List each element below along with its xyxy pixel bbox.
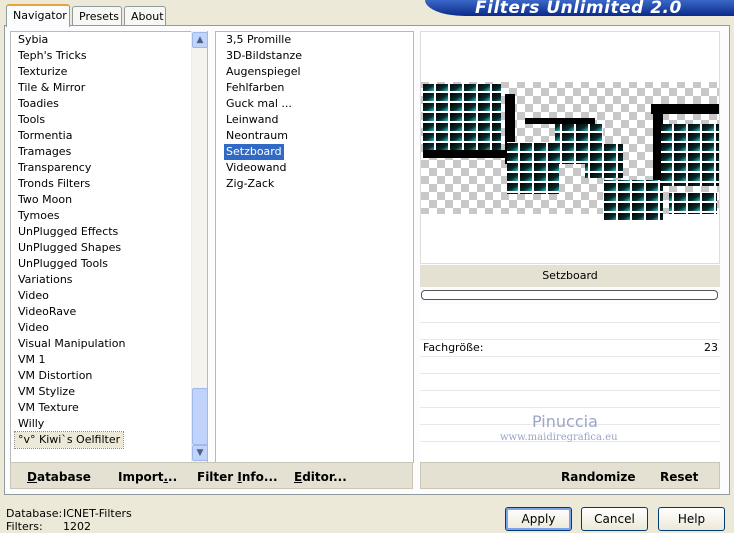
reset-button[interactable]: Reset: [660, 470, 698, 484]
apply-button[interactable]: Apply: [505, 507, 572, 531]
filter-item[interactable]: Guck mal ...: [226, 96, 292, 112]
category-item[interactable]: Video: [18, 320, 49, 336]
preview-filter-name: Setzboard: [420, 265, 720, 287]
category-item[interactable]: Tronds Filters: [18, 176, 90, 192]
category-item[interactable]: Tile & Mirror: [18, 80, 85, 96]
chevron-up-icon: ▲: [196, 35, 204, 45]
category-item[interactable]: Tormentia: [18, 128, 72, 144]
scroll-thumb[interactable]: [192, 388, 208, 445]
category-item[interactable]: Willy: [18, 416, 44, 432]
import-button[interactable]: Import...: [118, 470, 177, 484]
watermark-name: Pinuccia: [532, 412, 598, 431]
status-filters-value: 1202: [63, 520, 91, 533]
category-item[interactable]: UnPlugged Tools: [18, 256, 108, 272]
filter-item[interactable]: Fehlfarben: [226, 80, 284, 96]
category-item[interactable]: Teph's Tricks: [18, 48, 87, 64]
filter-item[interactable]: 3D-Bildstanze: [226, 48, 302, 64]
category-item[interactable]: Toadies: [18, 96, 59, 112]
category-item[interactable]: VideoRave: [18, 304, 76, 320]
category-item[interactable]: Two Moon: [18, 192, 72, 208]
filter-item[interactable]: Videowand: [226, 160, 287, 176]
category-item[interactable]: VM Distortion: [18, 368, 92, 384]
tab-navigator[interactable]: Navigator: [6, 4, 70, 27]
category-item[interactable]: Variations: [18, 272, 73, 288]
category-item[interactable]: VM Texture: [18, 400, 79, 416]
category-item[interactable]: Sybia: [18, 32, 48, 48]
category-item[interactable]: °v° Kiwi`s Oelfilter: [13, 431, 125, 449]
status-database-label: Database:: [6, 507, 63, 520]
category-item[interactable]: VM Stylize: [18, 384, 75, 400]
category-item[interactable]: Tymoes: [18, 208, 59, 224]
param-value[interactable]: 23: [704, 341, 718, 354]
scroll-down-button[interactable]: ▼: [192, 445, 208, 461]
filter-info-button[interactable]: Filter Info...: [197, 470, 278, 484]
filter-item[interactable]: Zig-Zack: [226, 176, 274, 192]
cancel-button[interactable]: Cancel: [581, 507, 648, 531]
category-item[interactable]: UnPlugged Effects: [18, 224, 118, 240]
database-button[interactable]: Database: [27, 470, 91, 484]
filter-item[interactable]: Setzboard: [224, 144, 284, 160]
category-item[interactable]: Tramages: [18, 144, 71, 160]
category-item[interactable]: VM 1: [18, 352, 46, 368]
watermark-url: www.maidiregrafica.eu: [500, 432, 618, 443]
category-item[interactable]: Texturize: [18, 64, 67, 80]
category-item[interactable]: UnPlugged Shapes: [18, 240, 121, 256]
chevron-down-icon: ▼: [196, 448, 204, 458]
filter-item[interactable]: 3,5 Promille: [226, 32, 291, 48]
help-button[interactable]: Help: [658, 507, 725, 531]
banner-title: Filters Unlimited 2.0: [425, 0, 734, 16]
status-filters-label: Filters:: [6, 520, 43, 533]
progress-bar: [421, 290, 718, 300]
category-scrollbar[interactable]: ▲ ▼: [191, 31, 208, 463]
editor-button[interactable]: Editor...: [294, 470, 347, 484]
filter-item[interactable]: Neontraum: [226, 128, 288, 144]
preview-panel: [420, 31, 720, 264]
preview-image: [421, 82, 719, 220]
category-item[interactable]: Tools: [18, 112, 45, 128]
status-database-value: ICNET-Filters: [63, 507, 132, 520]
tab-about[interactable]: About: [124, 6, 166, 26]
param-name: Fachgröße:: [423, 341, 484, 354]
randomize-button[interactable]: Randomize: [561, 470, 635, 484]
tab-presets[interactable]: Presets: [72, 6, 122, 26]
filter-item[interactable]: Augenspiegel: [226, 64, 301, 80]
category-item[interactable]: Visual Manipulation: [18, 336, 125, 352]
scroll-up-button[interactable]: ▲: [192, 32, 208, 48]
category-item[interactable]: Video: [18, 288, 49, 304]
filter-item[interactable]: Leinwand: [226, 112, 278, 128]
category-item[interactable]: Transparency: [18, 160, 91, 176]
